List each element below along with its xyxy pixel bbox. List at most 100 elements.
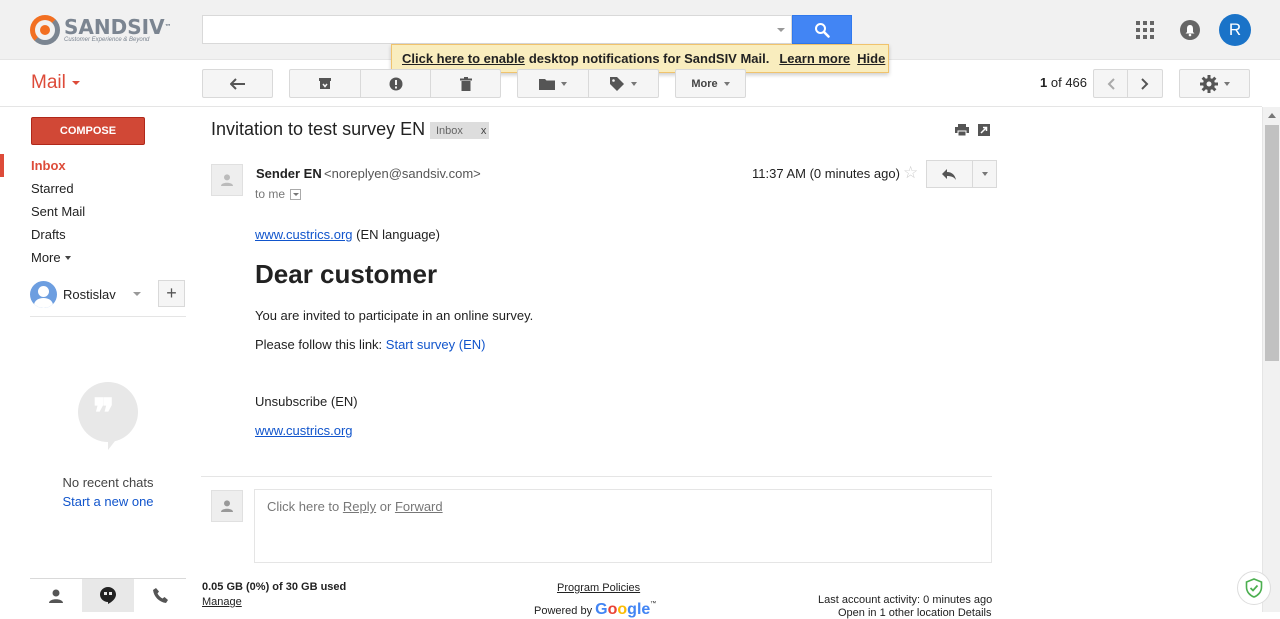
start-survey-link[interactable]: Start survey (EN)	[386, 337, 486, 352]
no-recent-chats-text: No recent chats	[62, 475, 154, 490]
search-input[interactable]	[202, 15, 792, 44]
delete-button[interactable]	[430, 69, 501, 98]
sidebar-item-inbox[interactable]: Inbox	[0, 154, 186, 177]
spam-alert-icon	[389, 77, 402, 90]
shield-check-icon[interactable]	[1237, 571, 1271, 605]
hangouts-bottom-tabs	[30, 578, 186, 612]
trash-icon	[459, 76, 472, 91]
my-avatar	[211, 490, 243, 522]
back-button[interactable]	[202, 69, 273, 98]
reply-arrow-icon	[942, 168, 956, 180]
hangouts-user-name[interactable]: Rostislav	[63, 287, 116, 302]
notifications-bell-icon[interactable]	[1180, 20, 1200, 40]
enable-notifications-link[interactable]: Click here to enable	[402, 51, 525, 66]
phone-icon	[152, 588, 168, 603]
message-subject: Invitation to test survey EN	[211, 119, 426, 139]
open-new-window-icon[interactable]	[978, 124, 990, 139]
app-switcher-mail[interactable]: Mail	[31, 72, 80, 94]
unsubscribe-link[interactable]: Unsubscribe (EN)	[255, 394, 358, 409]
forward-link[interactable]: Forward	[395, 499, 443, 514]
sandsiv-logo-mark	[30, 15, 60, 45]
sidebar-item-starred[interactable]: Starred	[0, 177, 186, 200]
user-avatar[interactable]	[30, 280, 57, 308]
custrics-link-top[interactable]: www.custrics.org	[255, 227, 353, 242]
settings-button[interactable]	[1179, 69, 1250, 98]
body-invite-text: You are invited to participate in an onl…	[255, 308, 534, 323]
search-options-caret-icon[interactable]	[777, 28, 785, 32]
custrics-link-bottom[interactable]: www.custrics.org	[255, 423, 353, 438]
inbox-label-chip: Inbox x	[430, 122, 489, 139]
program-policies-link[interactable]: Program Policies	[557, 582, 640, 594]
sender-email: <noreplyen@sandsiv.com>	[324, 166, 481, 181]
scroll-up-arrow-icon[interactable]	[1268, 113, 1276, 118]
new-conversation-button[interactable]: +	[158, 280, 185, 307]
chevron-down-icon	[981, 172, 988, 176]
sidebar-item-drafts[interactable]: Drafts	[0, 223, 186, 246]
status-dropdown-caret-icon[interactable]	[133, 292, 141, 296]
archive-button[interactable]	[289, 69, 361, 98]
pagination-count: 1 of 466	[1040, 75, 1088, 90]
hangouts-tab[interactable]	[82, 579, 134, 612]
manage-storage-link[interactable]: Manage	[202, 596, 242, 608]
sidebar-item-sent-mail[interactable]: Sent Mail	[0, 200, 186, 223]
sidebar-divider	[30, 316, 186, 317]
chevron-down-icon	[1223, 81, 1230, 86]
compose-button[interactable]: COMPOSE	[31, 117, 145, 145]
sandsiv-logo[interactable]: SANDSIV™ Customer Experience & Beyond	[30, 14, 180, 46]
chevron-down-icon	[71, 81, 80, 85]
hide-notification-link[interactable]: Hide	[857, 51, 885, 66]
move-to-button[interactable]	[517, 69, 589, 98]
back-arrow-icon	[229, 77, 245, 90]
recipients: to me	[255, 187, 302, 201]
chevron-down-icon	[64, 255, 71, 260]
account-avatar[interactable]: R	[1219, 14, 1251, 46]
reply-options-button[interactable]	[972, 160, 997, 188]
sender-name[interactable]: Sender EN	[256, 166, 322, 181]
quick-reply-box[interactable]: Click here to Reply or Forward	[254, 489, 992, 563]
person-icon	[49, 589, 63, 603]
older-button[interactable]	[1127, 69, 1163, 98]
apps-grid-icon[interactable]	[1136, 21, 1154, 39]
contacts-tab[interactable]	[30, 579, 82, 612]
chevron-right-icon	[1141, 77, 1149, 90]
hangouts-quote-icon: ❞	[78, 382, 138, 450]
search-icon	[815, 22, 830, 38]
chevron-down-icon	[292, 192, 299, 196]
learn-more-link[interactable]: Learn more	[779, 51, 850, 66]
show-details-dropdown[interactable]	[290, 188, 302, 200]
message-time: 11:37 AM (0 minutes ago)	[752, 166, 900, 181]
logo-tagline: Customer Experience & Beyond	[64, 36, 150, 43]
print-all-icon[interactable]	[955, 124, 969, 139]
sender-avatar	[211, 164, 243, 196]
last-account-activity: Last account activity: 0 minutes ago	[818, 594, 993, 606]
chevron-down-icon	[561, 81, 567, 86]
reply-link[interactable]: Reply	[343, 499, 376, 514]
hangouts-icon	[100, 587, 116, 604]
more-actions-button[interactable]: More	[675, 69, 746, 98]
folder-icon	[539, 78, 555, 90]
hangouts-user: Rostislav +	[30, 280, 186, 308]
label-tag-icon	[610, 76, 624, 91]
notification-message: desktop notifications for SandSIV Mail.	[528, 51, 770, 66]
chevron-left-icon	[1107, 77, 1115, 90]
reply-button[interactable]	[926, 160, 973, 188]
body-line-1: www.custrics.org (EN language)	[255, 227, 440, 242]
body-follow-line: Please follow this link: Start survey (E…	[255, 337, 486, 352]
person-icon	[221, 174, 233, 186]
gear-icon	[1199, 74, 1218, 93]
scrollbar-thumb[interactable]	[1265, 125, 1279, 361]
newer-button[interactable]	[1093, 69, 1128, 98]
search-button[interactable]	[792, 15, 852, 44]
vertical-scrollbar[interactable]	[1262, 107, 1280, 612]
person-icon	[221, 500, 233, 512]
toolbar-divider	[0, 106, 1262, 107]
phone-tab[interactable]	[134, 579, 186, 612]
sidebar-item-more[interactable]: More	[0, 246, 186, 269]
labels-button[interactable]	[588, 69, 659, 98]
star-icon[interactable]: ☆	[903, 163, 918, 183]
activity-details-link[interactable]: Open in 1 other location Details	[838, 607, 991, 619]
report-spam-button[interactable]	[360, 69, 431, 98]
message-divider	[201, 476, 992, 477]
remove-label-button[interactable]: x	[481, 125, 487, 137]
start-new-chat-link[interactable]: Start a new one	[30, 494, 186, 509]
